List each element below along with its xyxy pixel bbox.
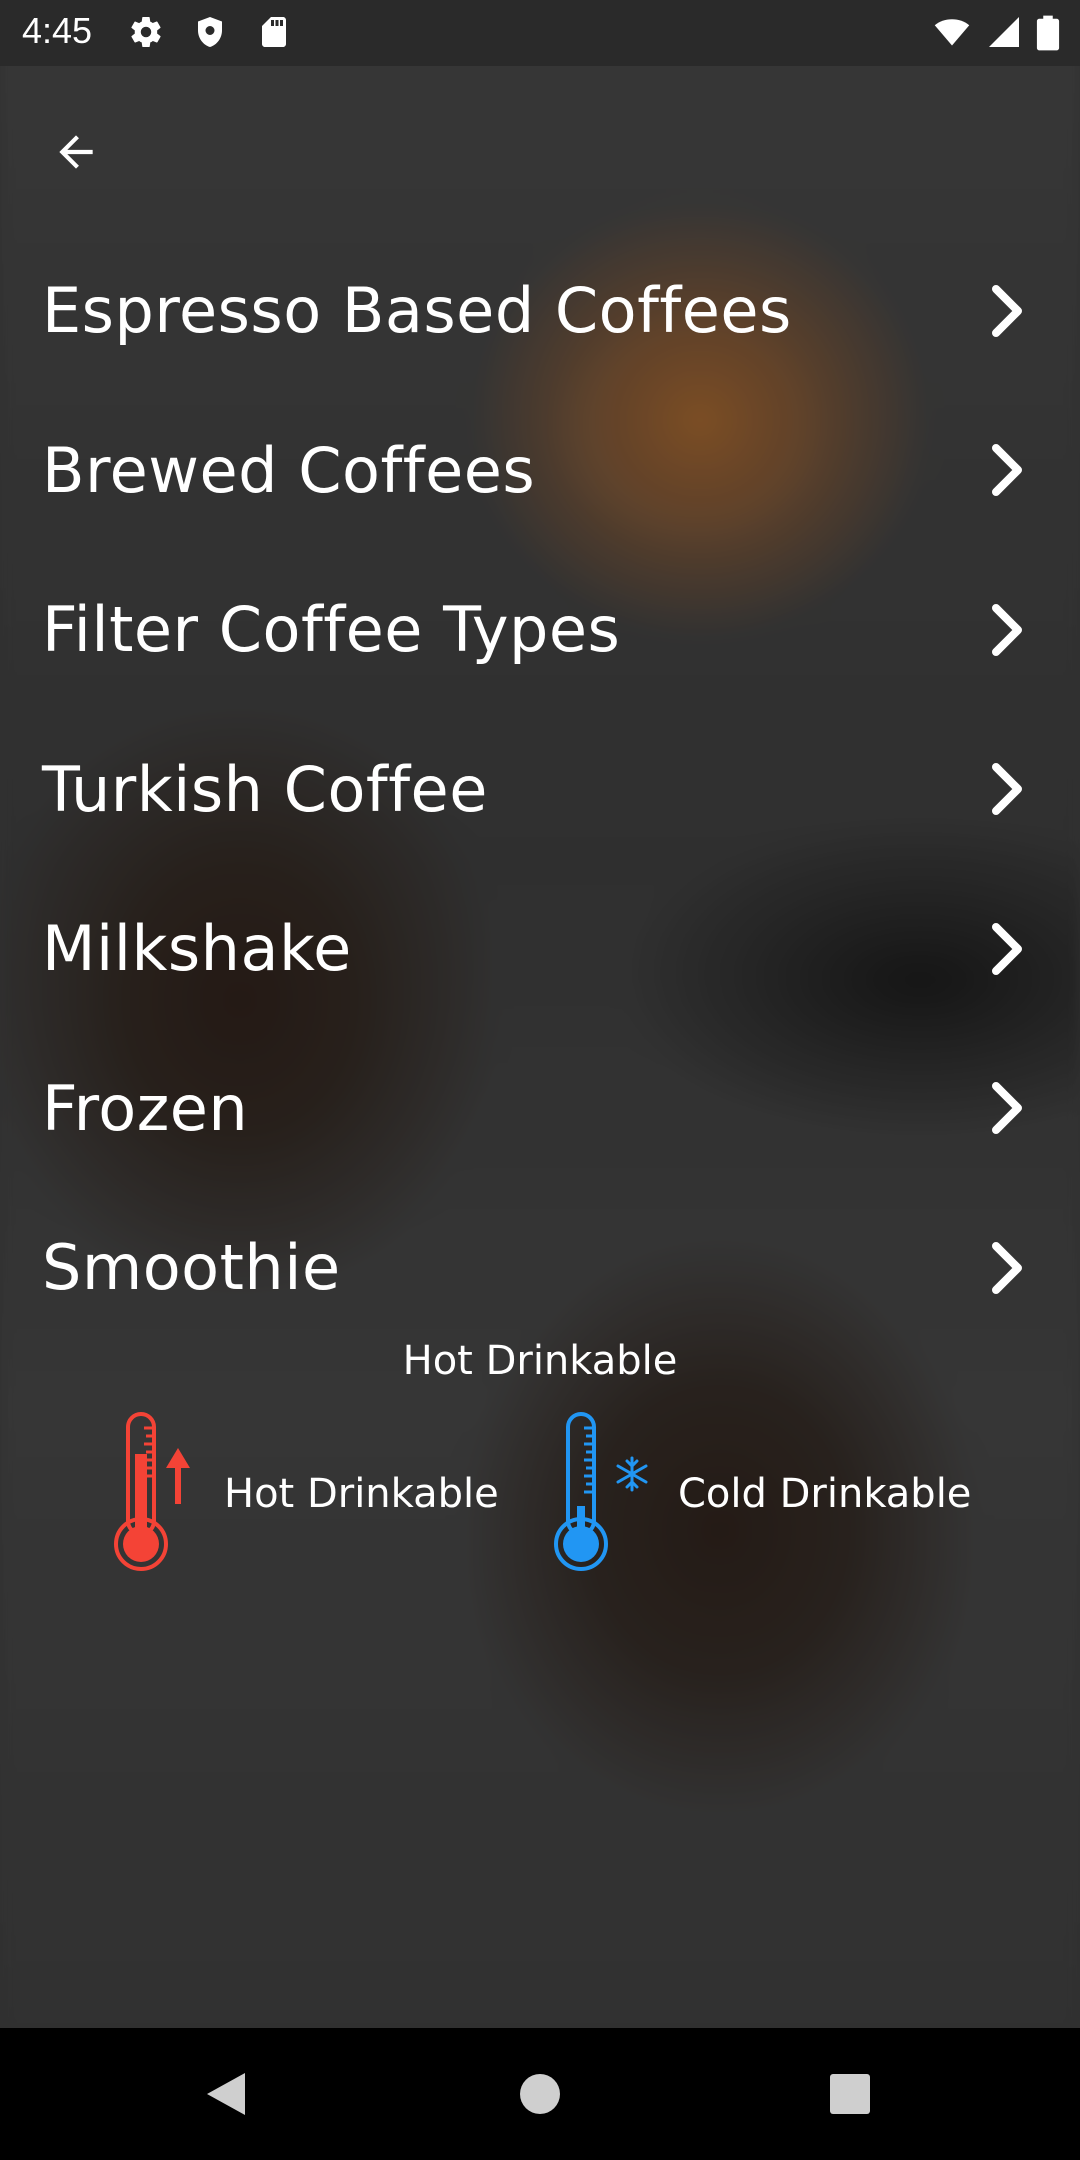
menu-item-label: Milkshake bbox=[42, 912, 352, 986]
content-area: Espresso Based Coffees Brewed Coffees Fi… bbox=[0, 66, 1080, 2028]
nav-recents-button[interactable] bbox=[820, 2064, 880, 2124]
nav-home-button[interactable] bbox=[510, 2064, 570, 2124]
chevron-right-icon bbox=[992, 444, 1022, 497]
temperature-legend: Hot Drinkable Cold Drinkable bbox=[0, 1406, 1080, 1576]
chevron-right-icon bbox=[992, 1082, 1022, 1135]
menu-item-turkish-coffee[interactable]: Turkish Coffee bbox=[0, 710, 1080, 870]
gear-icon bbox=[128, 14, 164, 55]
menu-item-smoothie[interactable]: Smoothie bbox=[0, 1188, 1080, 1348]
cell-signal-icon bbox=[986, 14, 1022, 57]
legend-item-hot: Hot Drinkable bbox=[108, 1406, 499, 1581]
sd-card-icon bbox=[256, 14, 292, 55]
thermometer-cold-icon bbox=[548, 1406, 658, 1581]
thermometer-hot-icon bbox=[108, 1406, 204, 1581]
menu-item-frozen[interactable]: Frozen bbox=[0, 1029, 1080, 1189]
category-menu: Espresso Based Coffees Brewed Coffees Fi… bbox=[0, 231, 1080, 1348]
menu-item-label: Espresso Based Coffees bbox=[42, 274, 792, 348]
navigation-bar bbox=[0, 2028, 1080, 2160]
shield-icon bbox=[192, 14, 228, 55]
menu-item-label: Brewed Coffees bbox=[42, 433, 536, 507]
menu-item-label: Smoothie bbox=[42, 1231, 341, 1305]
nav-back-icon bbox=[207, 2073, 245, 2115]
arrow-left-icon bbox=[51, 127, 101, 182]
chevron-right-icon bbox=[992, 922, 1022, 975]
legend-label-hot: Hot Drinkable bbox=[224, 1470, 499, 1517]
nav-back-button[interactable] bbox=[196, 2064, 256, 2124]
back-button[interactable] bbox=[40, 118, 112, 190]
menu-item-milkshake[interactable]: Milkshake bbox=[0, 869, 1080, 1029]
menu-item-brewed-coffees[interactable]: Brewed Coffees bbox=[0, 391, 1080, 551]
status-icons-left bbox=[128, 14, 292, 55]
menu-item-espresso-based-coffees[interactable]: Espresso Based Coffees bbox=[0, 231, 1080, 391]
nav-recents-icon bbox=[830, 2074, 870, 2114]
chevron-right-icon bbox=[992, 1241, 1022, 1294]
legend-item-cold: Cold Drinkable bbox=[548, 1406, 971, 1581]
legend-title: Hot Drinkable bbox=[402, 1338, 678, 1384]
nav-home-icon bbox=[520, 2074, 560, 2114]
battery-icon bbox=[1036, 14, 1060, 57]
menu-item-label: Filter Coffee Types bbox=[42, 593, 621, 667]
status-time: 4:45 bbox=[22, 10, 93, 51]
legend-label-cold: Cold Drinkable bbox=[678, 1470, 972, 1517]
chevron-right-icon bbox=[992, 603, 1022, 656]
status-icons-right bbox=[932, 14, 1060, 57]
status-bar: 4:45 bbox=[0, 0, 1080, 66]
menu-item-label: Turkish Coffee bbox=[42, 752, 488, 826]
chevron-right-icon bbox=[992, 284, 1022, 337]
wifi-icon bbox=[932, 14, 972, 57]
chevron-right-icon bbox=[992, 763, 1022, 816]
menu-item-label: Frozen bbox=[42, 1071, 249, 1145]
menu-item-filter-coffee-types[interactable]: Filter Coffee Types bbox=[0, 550, 1080, 710]
